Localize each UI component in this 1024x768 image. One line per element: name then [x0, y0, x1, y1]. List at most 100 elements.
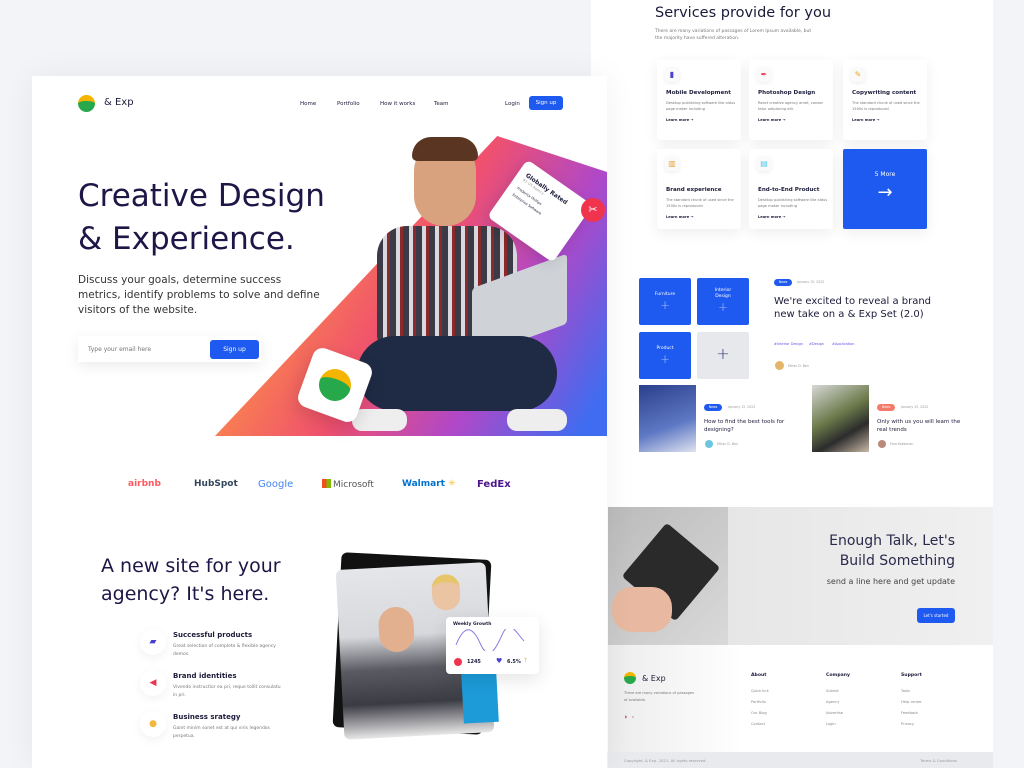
hubspot-logo: HubSpot	[194, 479, 238, 489]
author-name: Ethan D. Ben	[717, 442, 738, 446]
footer-link[interactable]: Portfolio	[751, 700, 766, 704]
learn-more-link[interactable]: Learn more →	[758, 118, 785, 122]
footer-col-title: About	[751, 673, 767, 678]
post-title[interactable]: How to find the best tools for designing…	[704, 418, 789, 434]
footer: & Exp There are many variations of passa…	[608, 645, 993, 752]
header-signup-button[interactable]: Sign up	[529, 96, 563, 110]
card-title: Brand experience	[666, 187, 722, 193]
pinterest-icon[interactable]: p	[625, 715, 633, 719]
footer-link[interactable]: Tools	[901, 689, 910, 693]
post-date: January 15, 2022	[901, 405, 929, 409]
news-badge: News	[877, 404, 895, 411]
landing-page-panel: & Exp Home Portfolio How it works Team L…	[32, 76, 607, 768]
cta-subtitle: send a line here and get update	[826, 577, 955, 586]
learn-more-link[interactable]: Learn more →	[852, 118, 879, 122]
service-card-product[interactable]: ▤ End-to-End Product Desktop publishing …	[749, 149, 833, 229]
hero-signup-button[interactable]: Sign up	[210, 340, 259, 359]
add-category-button[interactable]: +	[697, 332, 749, 379]
nav-home[interactable]: Home	[300, 101, 316, 107]
footer-link[interactable]: Privacy	[901, 722, 914, 726]
footer-link[interactable]: Contact	[751, 722, 765, 726]
post-title[interactable]: Only with us you will learn the real tre…	[877, 418, 962, 434]
post-image	[639, 385, 696, 452]
arrow-right-icon: →	[877, 182, 893, 203]
category-interior[interactable]: Interior Design +	[697, 278, 749, 325]
brand-name[interactable]: & Exp	[104, 97, 134, 108]
post-image	[812, 385, 869, 452]
footer-desc: There are many variations of passages of…	[624, 691, 694, 702]
plus-icon: +	[659, 352, 671, 366]
news-headline[interactable]: We're excited to reveal a brand new take…	[774, 296, 934, 321]
learn-more-link[interactable]: Learn more →	[666, 215, 693, 219]
plus-icon: +	[659, 298, 671, 312]
card-desc: React creative agency amet, consec tetur…	[758, 101, 824, 111]
feature-desc: Great selection of complete & flexible a…	[173, 644, 276, 657]
footer-link[interactable]: Feedback	[901, 711, 918, 715]
footer-col-title: Company	[826, 673, 850, 678]
news-badge: News	[774, 279, 792, 286]
nav-portfolio[interactable]: Portfolio	[337, 101, 360, 107]
megaphone-icon: ◀	[140, 670, 166, 696]
service-card-photoshop[interactable]: ✒ Photoshop Design React creative agency…	[749, 60, 833, 140]
email-input[interactable]	[78, 336, 208, 362]
footer-link[interactable]: Login	[826, 722, 836, 726]
right-page-panel: Services provide for you There are many …	[591, 0, 993, 752]
tag[interactable]: #Application	[832, 342, 855, 346]
terms-link[interactable]: Terms & Conditions	[920, 758, 957, 763]
more-services-button[interactable]: 5 More →	[843, 149, 927, 229]
service-card-brand[interactable]: ▥ Brand experience The standard chunk of…	[657, 149, 741, 229]
copyright: Copyright, & Exp. 2021. All rights reser…	[624, 758, 707, 763]
growth-percent: 6.5%	[507, 659, 521, 665]
plus-icon: +	[716, 344, 730, 363]
cta-section: Enough Talk, Let's Build Something send …	[608, 507, 993, 645]
category-product[interactable]: Product +	[639, 332, 691, 379]
copyright-bar: Copyright, & Exp. 2021. All rights reser…	[608, 752, 993, 768]
pen-icon: ✒	[757, 68, 771, 82]
walmart-logo: Walmart ✳	[402, 479, 456, 489]
footer-link[interactable]: Submit	[826, 689, 839, 693]
nav-team[interactable]: Team	[434, 101, 449, 107]
pie-chart-icon: ●	[140, 711, 166, 737]
weekly-growth-card: Weekly Growth 1245 ♥ 6.5% ↑	[446, 617, 539, 674]
login-link[interactable]: Login	[505, 101, 520, 107]
learn-more-link[interactable]: Learn more →	[758, 215, 785, 219]
logo-icon	[78, 95, 95, 112]
growth-count: 1245	[467, 659, 481, 665]
tag[interactable]: #Interior Design	[774, 342, 803, 346]
footer-link[interactable]: Advertise	[826, 711, 843, 715]
footer-link[interactable]: Quick link	[751, 689, 769, 693]
learn-more-link[interactable]: Learn more →	[666, 118, 693, 122]
award-icon: ✂	[581, 198, 605, 222]
card-desc: Desktop publishing software like aldus p…	[758, 198, 828, 208]
box-icon: ▰	[140, 629, 166, 655]
cta-title: Enough Talk, Let's Build Something	[829, 533, 955, 569]
card-desc: The standard chunk of used since the 150…	[666, 198, 734, 208]
service-card-copywriting[interactable]: ✎ Copywriting content The standard chunk…	[843, 60, 927, 140]
card-title: Copywriting content	[852, 90, 917, 96]
footer-link[interactable]: Our Blog	[751, 711, 767, 715]
card-desc: The standard chunk of used since the 150…	[852, 101, 920, 111]
laptop-image	[608, 507, 728, 645]
card-title: Photoshop Design	[758, 90, 816, 96]
footer-link[interactable]: Agency	[826, 700, 839, 704]
author-name: Fora Kokkonen	[890, 442, 914, 446]
logo-icon	[314, 364, 356, 406]
category-label: Interior Design	[714, 288, 732, 299]
fedex-logo: FedEx	[477, 479, 511, 490]
lets-start-button[interactable]: Let's started	[917, 608, 955, 623]
feature-desc: Gaint minim sonet est at qui viris legen…	[173, 726, 270, 739]
box-icon: ▤	[757, 157, 771, 171]
footer-brand: & Exp	[642, 674, 666, 683]
avatar	[705, 440, 713, 448]
arrow-up-icon: ↑	[523, 657, 529, 664]
tag[interactable]: #Design	[809, 342, 824, 346]
news-badge: News	[704, 404, 722, 411]
feature-desc: Vivendo instructior ea pri, reque tollit…	[173, 685, 281, 698]
card-title: Mobile Development	[666, 90, 731, 96]
nav-how-it-works[interactable]: How it works	[380, 101, 415, 107]
service-card-mobile[interactable]: ▮ Mobile Development Desktop publishing …	[657, 60, 741, 140]
post-date: January 15, 2022	[728, 405, 756, 409]
hero-text: Discuss your goals, determine success me…	[78, 274, 320, 316]
footer-link[interactable]: Help center	[901, 700, 922, 704]
category-furniture[interactable]: Furniture +	[639, 278, 691, 325]
